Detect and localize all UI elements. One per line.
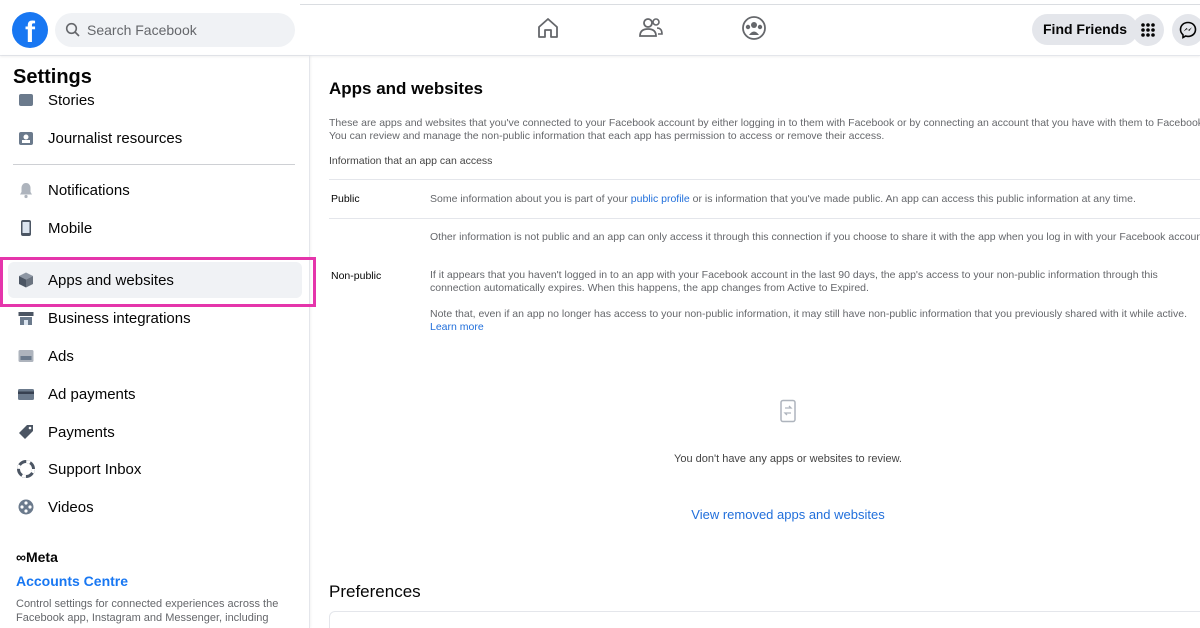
sidebar-item-ads[interactable]: Ads	[8, 338, 302, 374]
menu-button[interactable]	[1132, 14, 1164, 46]
sidebar-item-notifications[interactable]: Notifications	[8, 172, 302, 208]
sidebar-divider	[13, 164, 295, 165]
sidebar-title: Settings	[13, 66, 92, 88]
row-divider	[329, 218, 1200, 219]
sidebar-item-ad-payments[interactable]: Ad payments	[8, 376, 302, 412]
meta-logo: ∞Meta	[16, 549, 58, 565]
sidebar-item-label: Business integrations	[48, 309, 191, 327]
search-icon	[65, 22, 80, 37]
public-description: Some information about you is part of yo…	[430, 193, 1200, 206]
sidebar-item-label: Notifications	[48, 181, 130, 199]
card-icon	[16, 384, 36, 404]
top-navigation-bar: f Find Friends	[0, 0, 1200, 56]
sidebar-item-label: Journalist resources	[48, 129, 183, 147]
main-content: Apps and websites These are apps and web…	[311, 56, 1200, 628]
sidebar-item-label: Payments	[48, 423, 115, 441]
row-divider	[329, 179, 1200, 180]
sidebar-item-label: Videos	[48, 498, 94, 516]
public-label: Public	[331, 193, 360, 205]
non-public-paragraph-2: If it appears that you haven't logged in…	[430, 269, 1158, 294]
tag-icon	[16, 422, 36, 442]
friends-icon[interactable]	[637, 14, 665, 42]
page-title: Apps and websites	[329, 79, 483, 98]
sidebar-item-label: Stories	[48, 91, 95, 109]
messenger-button[interactable]	[1172, 14, 1200, 46]
sidebar-item-label: Mobile	[48, 219, 93, 237]
lifebuoy-icon	[16, 459, 36, 479]
non-public-paragraph-1: Other information is not public and an a…	[430, 231, 1200, 243]
accounts-centre-description: Control settings for connected experienc…	[16, 598, 279, 624]
phone-swap-icon	[780, 399, 796, 423]
menu-grid-icon	[1141, 23, 1155, 37]
preferences-heading: Preferences	[329, 582, 421, 601]
accounts-centre-link[interactable]: Accounts Centre	[16, 573, 128, 589]
bell-icon	[16, 180, 36, 200]
info-heading: Information that an app can access	[329, 155, 493, 167]
non-public-paragraph-3: Note that, even if an app no longer has …	[430, 308, 1200, 334]
sidebar-item-label: Ads	[48, 347, 74, 365]
empty-state-text: You don't have any apps or websites to r…	[674, 453, 902, 465]
non-public-paragraph-3-text: Note that, even if an app no longer has …	[430, 308, 1187, 320]
sidebar-item-support-inbox[interactable]: Support Inbox	[8, 451, 302, 487]
stories-icon	[16, 90, 36, 110]
public-text-start: Some information about you is part of yo…	[430, 193, 631, 205]
search-input[interactable]	[87, 22, 287, 38]
non-public-label: Non-public	[331, 270, 382, 282]
ads-icon	[16, 346, 36, 366]
journalist-icon	[16, 128, 36, 148]
business-icon	[16, 308, 36, 328]
sidebar-item-label: Support Inbox	[48, 460, 142, 478]
home-icon[interactable]	[534, 14, 562, 42]
sidebar-item-payments[interactable]: Payments	[8, 414, 302, 450]
sidebar-item-label: Ad payments	[48, 385, 136, 403]
highlight-box	[0, 257, 316, 307]
groups-icon[interactable]	[740, 14, 768, 42]
public-profile-link[interactable]: public profile	[631, 193, 690, 205]
top-border-line	[300, 4, 1200, 5]
learn-more-link[interactable]: Learn more	[430, 321, 484, 333]
sidebar-item-journalist-resources[interactable]: Journalist resources	[8, 120, 302, 156]
settings-sidebar: Settings Stories Journalist resources No…	[0, 56, 310, 628]
preferences-card	[329, 611, 1200, 628]
public-text-end: or is information that you've made publi…	[689, 193, 1136, 205]
sidebar-item-videos[interactable]: Videos	[8, 489, 302, 525]
search-box[interactable]	[55, 13, 295, 47]
messenger-icon	[1179, 21, 1197, 39]
film-icon	[16, 497, 36, 517]
facebook-logo[interactable]: f	[12, 12, 48, 48]
view-removed-apps-link[interactable]: View removed apps and websites	[611, 507, 965, 522]
mobile-icon	[16, 218, 36, 238]
sidebar-item-mobile[interactable]: Mobile	[8, 210, 302, 246]
intro-text: These are apps and websites that you've …	[329, 117, 1200, 142]
find-friends-button[interactable]: Find Friends	[1032, 14, 1138, 45]
